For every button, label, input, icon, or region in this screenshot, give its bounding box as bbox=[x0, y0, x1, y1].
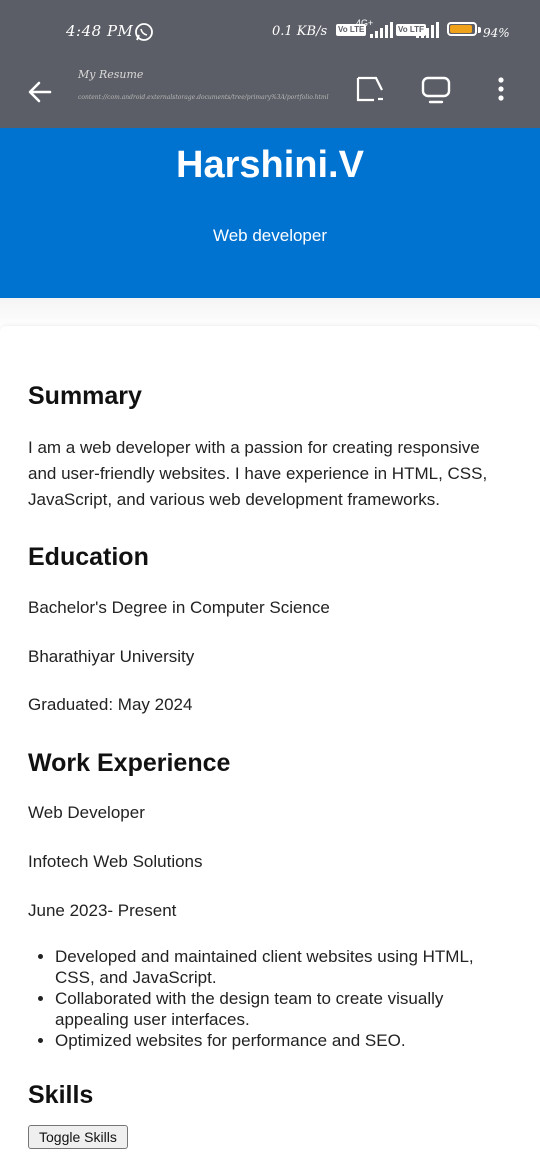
battery-percent: 94% bbox=[483, 26, 510, 40]
work-company: Infotech Web Solutions bbox=[28, 852, 203, 871]
signal-strength-1-icon bbox=[370, 22, 393, 38]
more-vert-icon[interactable] bbox=[486, 74, 518, 106]
person-name: Harshini.V bbox=[176, 144, 364, 186]
network-speed: 0.1 KB/s bbox=[272, 24, 328, 39]
status-bar: 4:48 PM 0.1 KB/s Vo LTE 4G+ Vo LTE 94% bbox=[0, 0, 540, 62]
education-heading: Education bbox=[28, 543, 149, 571]
page-title: My Resume bbox=[78, 68, 144, 81]
battery-fill bbox=[450, 25, 473, 33]
status-time: 4:48 PM bbox=[66, 22, 134, 40]
battery-icon bbox=[447, 22, 477, 36]
cast-icon[interactable] bbox=[354, 74, 386, 106]
education-graduated: Graduated: May 2024 bbox=[28, 695, 193, 714]
whatsapp-icon bbox=[135, 23, 153, 41]
resume-card: Summary I am a web developer with a pass… bbox=[0, 326, 540, 1170]
list-item: Optimized websites for performance and S… bbox=[55, 1030, 485, 1051]
list-item: Developed and maintained client websites… bbox=[55, 946, 485, 988]
signal-strength-2-icon bbox=[416, 22, 439, 38]
work-heading: Work Experience bbox=[28, 749, 231, 777]
battery-tip bbox=[478, 27, 481, 33]
work-period: June 2023- Present bbox=[28, 901, 177, 920]
summary-line-2: and user-friendly websites. I have exper… bbox=[28, 464, 488, 483]
tablet-icon[interactable] bbox=[420, 74, 452, 106]
list-item: Collaborated with the design team to cre… bbox=[55, 988, 485, 1030]
skills-heading: Skills bbox=[28, 1081, 94, 1109]
toggle-skills-button[interactable]: Toggle Skills bbox=[28, 1125, 128, 1149]
education-degree: Bachelor's Degree in Computer Science bbox=[28, 598, 330, 617]
work-title: Web Developer bbox=[28, 803, 145, 822]
back-arrow-icon[interactable] bbox=[24, 76, 56, 108]
work-bullets: Developed and maintained client websites… bbox=[0, 946, 485, 1051]
resume-header: Harshini.V Web developer bbox=[0, 128, 540, 298]
page-url[interactable]: content://com.android.externalstorage.do… bbox=[78, 94, 332, 101]
education-university: Bharathiyar University bbox=[28, 647, 195, 666]
summary-heading: Summary bbox=[28, 382, 142, 410]
summary-line-1: I am a web developer with a passion for … bbox=[28, 438, 480, 457]
person-role: Web developer bbox=[212, 226, 328, 245]
summary-line-3: JavaScript, and various web development … bbox=[28, 490, 440, 509]
app-bar: My Resume content://com.android.external… bbox=[0, 62, 540, 128]
